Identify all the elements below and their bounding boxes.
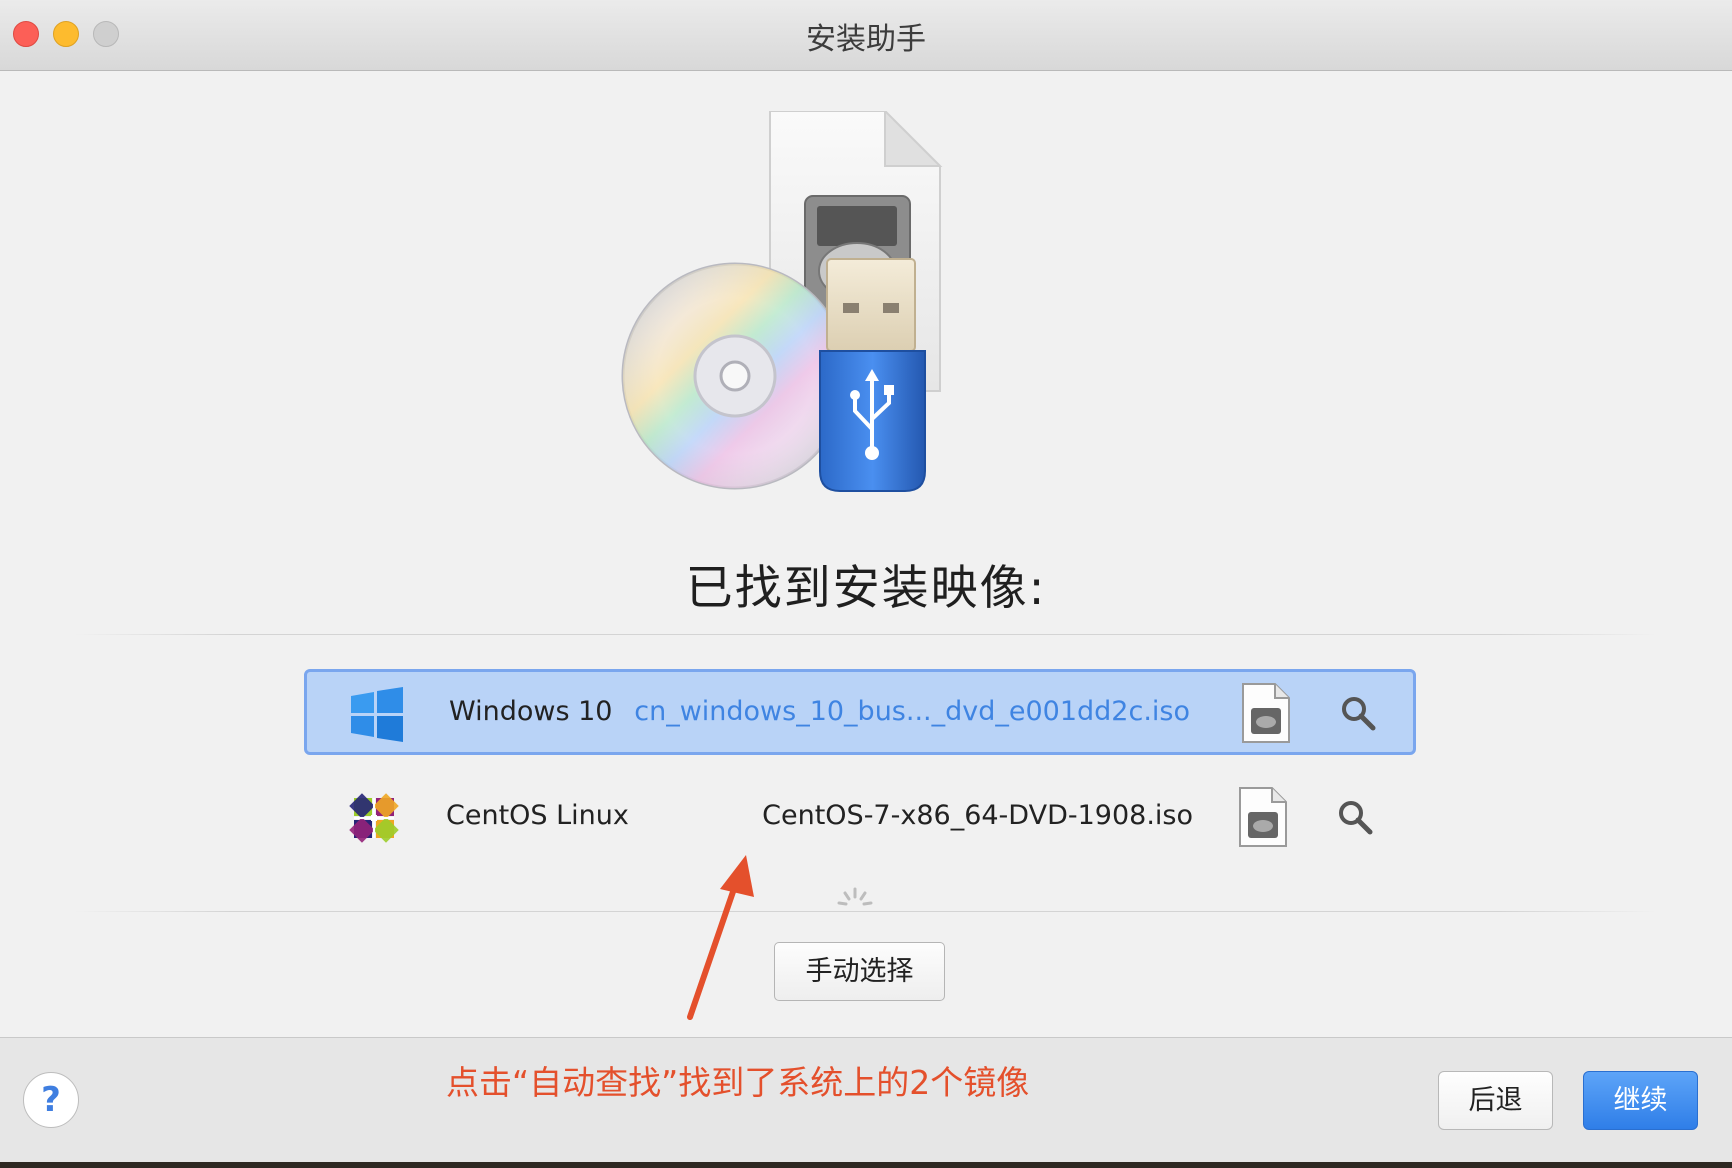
install-media-illustration bbox=[621, 111, 943, 492]
back-button[interactable]: 后退 bbox=[1438, 1071, 1553, 1130]
iso-filename: CentOS-7-x86_64-DVD-1908.iso bbox=[762, 800, 1193, 831]
installation-assistant-window: 安装助手 已找到安装映像: Windows 10 cn_windows_10_b… bbox=[0, 0, 1732, 1162]
os-name: Windows 10 bbox=[449, 696, 613, 727]
found-images-heading: 已找到安装映像: bbox=[685, 561, 1047, 616]
disk-image-file-icon[interactable] bbox=[1238, 786, 1288, 848]
image-row-centos[interactable]: CentOS Linux CentOS-7-x86_64-DVD-1908.is… bbox=[304, 776, 1416, 862]
windows-logo-icon bbox=[351, 687, 403, 742]
centos-logo-icon bbox=[349, 793, 399, 843]
main-content: 已找到安装映像: Windows 10 cn_windows_10_bus...… bbox=[0, 71, 1732, 1037]
annotation-arrow-icon bbox=[687, 855, 754, 1020]
title-bar: 安装助手 bbox=[0, 0, 1732, 71]
image-row-windows[interactable]: Windows 10 cn_windows_10_bus..._dvd_e001… bbox=[304, 669, 1416, 755]
window-title: 安装助手 bbox=[806, 22, 926, 57]
annotation-note: 点击“自动查找”找到了系统上的2个镜像 bbox=[446, 1063, 1030, 1102]
manual-select-button[interactable]: 手动选择 bbox=[774, 942, 945, 1001]
os-name: CentOS Linux bbox=[446, 800, 629, 831]
continue-button[interactable]: 继续 bbox=[1583, 1071, 1698, 1130]
desktop-background-strip bbox=[0, 1162, 1732, 1168]
loading-spinner-icon bbox=[837, 887, 873, 906]
list-bottom-divider bbox=[75, 911, 1657, 912]
disk-image-file-icon[interactable] bbox=[1241, 682, 1291, 744]
search-icon[interactable] bbox=[1336, 798, 1374, 836]
footer-bar: ? 点击“自动查找”找到了系统上的2个镜像 后退 继续 bbox=[0, 1037, 1732, 1162]
list-top-divider bbox=[75, 634, 1657, 635]
help-button[interactable]: ? bbox=[23, 1072, 79, 1128]
iso-filename: cn_windows_10_bus..._dvd_e001dd2c.iso bbox=[634, 696, 1190, 727]
search-icon[interactable] bbox=[1339, 694, 1377, 732]
